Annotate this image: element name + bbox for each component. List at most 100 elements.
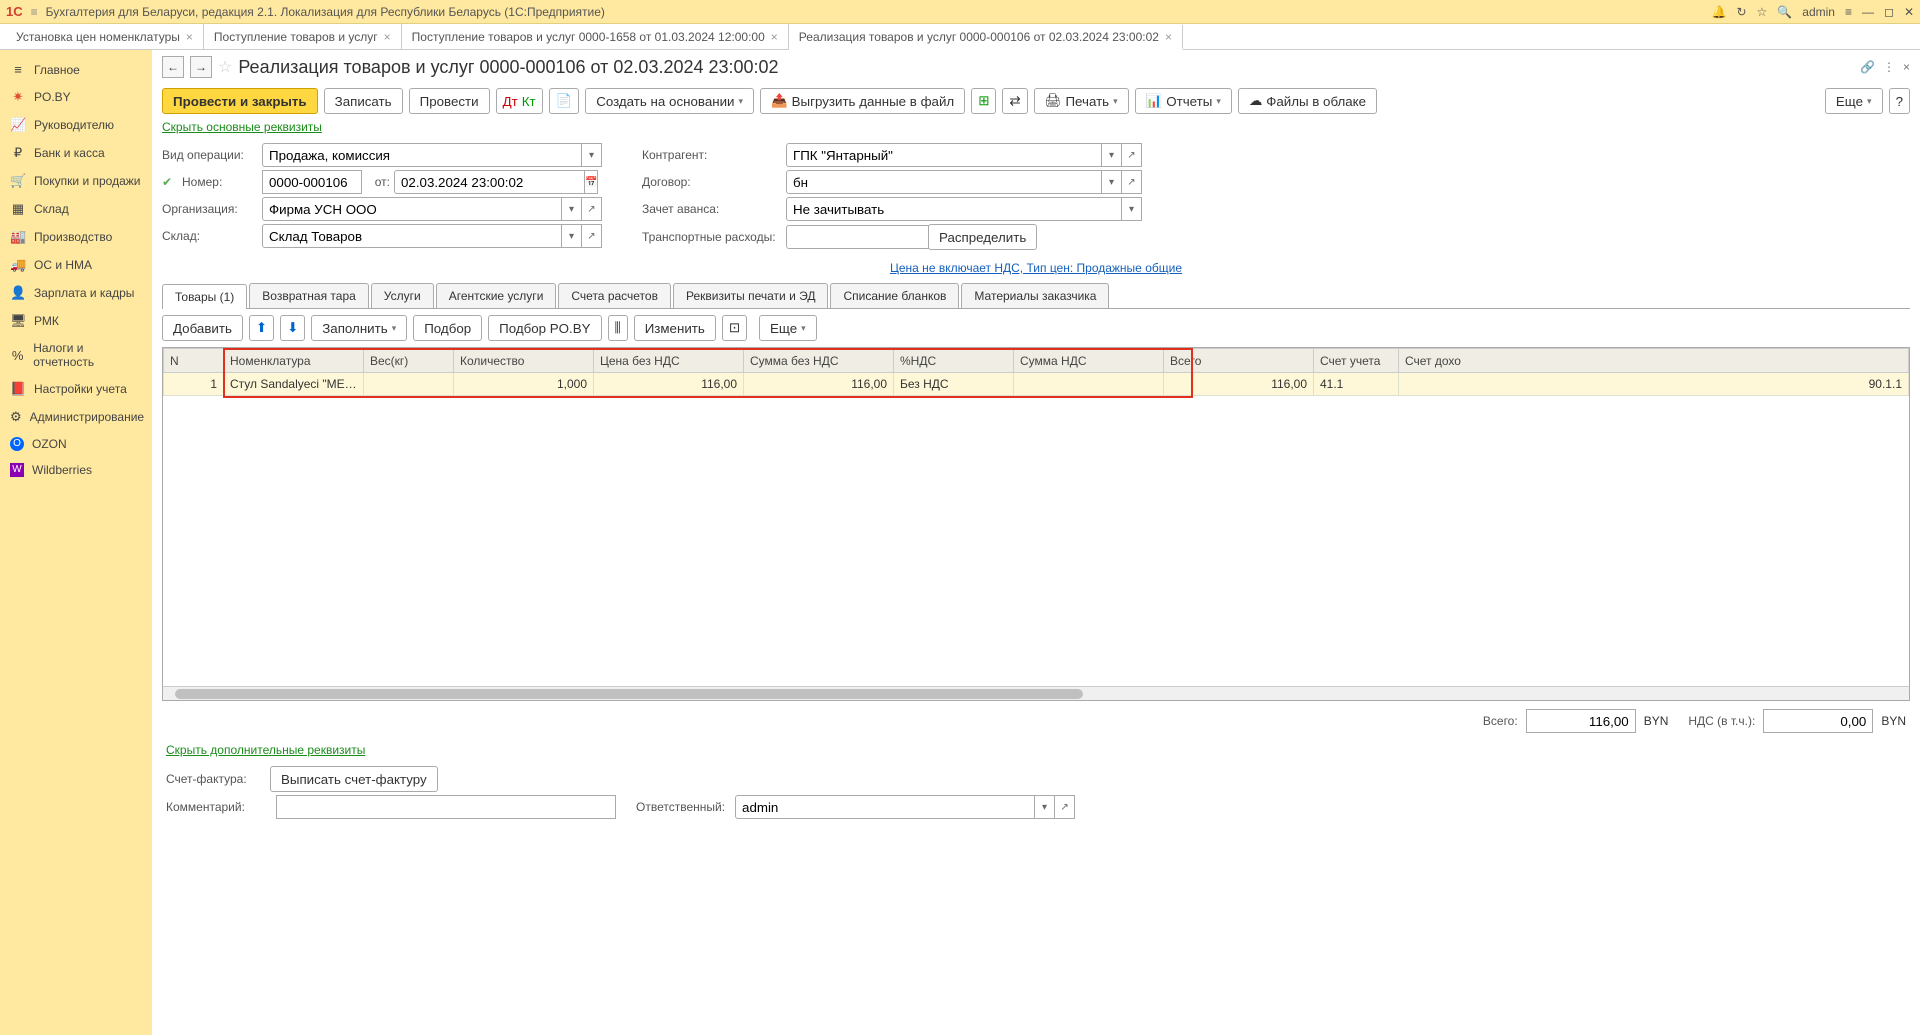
excel-button[interactable]: ⊞ <box>971 88 996 114</box>
hide-extra-link[interactable]: Скрыть дополнительные реквизиты <box>166 743 365 757</box>
create-based-button[interactable]: Создать на основании▾ <box>585 88 754 114</box>
fill-button[interactable]: Заполнить▾ <box>311 315 407 341</box>
tab-3[interactable]: Реализация товаров и услуг 0000-000106 о… <box>789 25 1183 50</box>
sidebar-item-main[interactable]: ≡Главное <box>0 56 152 83</box>
main-menu-icon[interactable]: ≡ <box>31 5 38 19</box>
tab-2[interactable]: Поступление товаров и услуг 0000-1658 от… <box>402 24 789 49</box>
table-row[interactable]: 1 Стул Sandalyeci "ME… 1,000 116,00 116,… <box>164 373 1909 396</box>
calendar-icon[interactable]: 📅 <box>585 170 598 194</box>
cell-sum[interactable]: 116,00 <box>744 373 894 396</box>
post-close-button[interactable]: Провести и закрыть <box>162 88 318 114</box>
maximize-icon[interactable]: ◻ <box>1884 5 1894 19</box>
tab-0[interactable]: Установка цен номенклатуры× <box>6 24 204 49</box>
cell-n[interactable]: 1 <box>164 373 224 396</box>
open-icon[interactable]: ↗ <box>582 197 602 221</box>
cell-vat-sum[interactable] <box>1014 373 1164 396</box>
settings-icon[interactable]: ≡ <box>1845 5 1852 19</box>
th-price[interactable]: Цена без НДС <box>594 349 744 373</box>
sidebar-item-assets[interactable]: 🚚ОС и НМА <box>0 251 152 279</box>
cell-acc-income[interactable]: 90.1.1 <box>1399 373 1909 396</box>
dropdown-icon[interactable]: ▾ <box>1102 170 1122 194</box>
itab-blanks[interactable]: Списание бланков <box>830 283 959 308</box>
warehouse-input[interactable] <box>262 224 562 248</box>
cell-weight[interactable] <box>364 373 454 396</box>
dropdown-icon[interactable]: ▾ <box>1035 795 1055 819</box>
th-vat-pct[interactable]: %НДС <box>894 349 1014 373</box>
sidebar-item-rmk[interactable]: 🖥РМК <box>0 307 152 335</box>
sidebar-item-sales[interactable]: 🛒Покупки и продажи <box>0 167 152 195</box>
dropdown-icon[interactable]: ▾ <box>1102 143 1122 167</box>
cell-nom[interactable]: Стул Sandalyeci "ME… <box>224 373 364 396</box>
dropdown-icon[interactable]: ▾ <box>562 197 582 221</box>
minimize-icon[interactable]: — <box>1862 5 1874 19</box>
cell-qty[interactable]: 1,000 <box>454 373 594 396</box>
edit-row-button[interactable]: Изменить <box>634 315 716 341</box>
th-total[interactable]: Всего <box>1164 349 1314 373</box>
search-icon[interactable]: 🔍 <box>1777 5 1792 19</box>
close-icon[interactable]: × <box>1165 30 1172 44</box>
exchange-button[interactable]: ⇄ <box>1002 88 1027 114</box>
post-button[interactable]: Провести <box>409 88 490 114</box>
dropdown-icon[interactable]: ▾ <box>562 224 582 248</box>
number-input[interactable] <box>262 170 362 194</box>
th-n[interactable]: N <box>164 349 224 373</box>
advance-input[interactable] <box>786 197 1122 221</box>
sidebar-item-wb[interactable]: WWildberries <box>0 457 152 483</box>
counterparty-input[interactable] <box>786 143 1102 167</box>
th-weight[interactable]: Вес(кг) <box>364 349 454 373</box>
pick-button[interactable]: Подбор <box>413 315 482 341</box>
date-input[interactable] <box>394 170 585 194</box>
back-button[interactable]: ← <box>162 56 184 78</box>
sidebar-item-ozon[interactable]: OOZON <box>0 431 152 457</box>
horizontal-scrollbar[interactable] <box>163 686 1909 700</box>
itab-services[interactable]: Услуги <box>371 283 434 308</box>
total-input[interactable] <box>1526 709 1636 733</box>
th-vat-sum[interactable]: Сумма НДС <box>1014 349 1164 373</box>
close-icon[interactable]: × <box>771 30 778 44</box>
cell-acc[interactable]: 41.1 <box>1314 373 1399 396</box>
extra-button[interactable]: ⊡ <box>722 315 747 341</box>
vat-input[interactable] <box>1763 709 1873 733</box>
move-down-button[interactable]: ⬇ <box>280 315 305 341</box>
help-button[interactable]: ? <box>1889 88 1910 114</box>
th-nom[interactable]: Номенклатура <box>224 349 364 373</box>
sidebar-item-production[interactable]: 🏭Производство <box>0 223 152 251</box>
open-icon[interactable]: ↗ <box>1122 170 1142 194</box>
favorite-icon[interactable]: ☆ <box>218 57 232 77</box>
dtkt-button[interactable]: ДтКт <box>496 88 543 114</box>
user-name[interactable]: admin <box>1802 5 1835 19</box>
price-type-link[interactable]: Цена не включает НДС, Тип цен: Продажные… <box>890 261 1182 275</box>
open-icon[interactable]: ↗ <box>1122 143 1142 167</box>
save-button[interactable]: Записать <box>324 88 403 114</box>
create-invoice-button[interactable]: Выписать счет-фактуру <box>270 766 438 792</box>
open-icon[interactable]: ↗ <box>1055 795 1075 819</box>
cell-price[interactable]: 116,00 <box>594 373 744 396</box>
export-file-button[interactable]: 📤 Выгрузить данные в файл <box>760 88 965 114</box>
sidebar-item-poby[interactable]: ✷PO.BY <box>0 83 152 111</box>
add-row-button[interactable]: Добавить <box>162 315 243 341</box>
org-input[interactable] <box>262 197 562 221</box>
table-empty-area[interactable] <box>163 396 1909 686</box>
move-up-button[interactable]: ⬆ <box>249 315 274 341</box>
doc-close-icon[interactable]: × <box>1903 60 1910 74</box>
pick-poby-button[interactable]: Подбор PO.BY <box>488 315 601 341</box>
forward-button[interactable]: → <box>190 56 212 78</box>
scroll-thumb[interactable] <box>175 689 1083 699</box>
open-icon[interactable]: ↗ <box>582 224 602 248</box>
distribute-button[interactable]: Распределить <box>928 224 1037 250</box>
print-form-button[interactable]: 📄 <box>549 88 580 114</box>
inner-more-button[interactable]: Еще▾ <box>759 315 817 341</box>
cloud-files-button[interactable]: ☁ Файлы в облаке <box>1238 88 1377 114</box>
doc-more-icon[interactable]: ⋮ <box>1883 60 1895 74</box>
responsible-input[interactable] <box>735 795 1035 819</box>
sidebar-item-bank[interactable]: ₽Банк и касса <box>0 139 152 167</box>
hide-main-link[interactable]: Скрыть основные реквизиты <box>162 120 322 134</box>
sidebar-item-warehouse[interactable]: ▦Склад <box>0 195 152 223</box>
star-icon[interactable]: ☆ <box>1757 5 1768 19</box>
barcode-button[interactable]: ⫼ <box>608 315 628 341</box>
dropdown-icon[interactable]: ▾ <box>582 143 602 167</box>
itab-agent[interactable]: Агентские услуги <box>436 283 557 308</box>
sidebar-item-settings[interactable]: 📕Настройки учета <box>0 375 152 403</box>
cell-total[interactable]: 116,00 <box>1164 373 1314 396</box>
print-button[interactable]: 🖨 Печать▾ <box>1034 88 1129 114</box>
